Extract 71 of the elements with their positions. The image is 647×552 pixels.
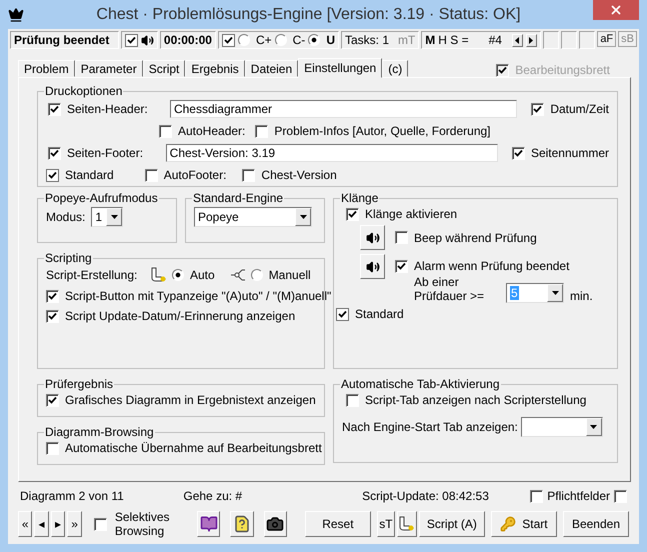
input-field[interactable]: Chest-Version: 3.19 xyxy=(166,144,498,162)
checkbox-label: Selektives Browsing xyxy=(114,510,171,538)
group-title: Popeye-Aufrufmodus xyxy=(44,191,159,205)
checkbox-label: Standard xyxy=(65,168,114,182)
tab[interactable]: Einstellungen xyxy=(298,58,382,78)
window-title: Chest · Problemlösungs-Engine [Version: 3.19 · Status: OK] xyxy=(95,6,522,24)
start-button[interactable]: Start xyxy=(490,511,557,537)
dropdown[interactable]: Popeye xyxy=(194,207,312,227)
tab[interactable]: Problem xyxy=(18,60,75,77)
tab[interactable]: Script xyxy=(142,60,186,77)
checkbox-label: Standard xyxy=(355,307,404,321)
field-label: Seiten-Header: xyxy=(67,102,149,116)
group-title: Klänge xyxy=(340,191,380,205)
checkbox-label: Problem-Infos [Autor, Quelle, Forderung] xyxy=(274,124,490,138)
hs-label: H S = xyxy=(438,33,469,47)
tasks-count: Tasks: 1 xyxy=(344,33,389,47)
quit-button[interactable]: Beenden xyxy=(562,511,629,537)
field-label: Nach Engine-Start Tab anzeigen: xyxy=(342,420,518,434)
reset-button[interactable]: Reset xyxy=(304,511,371,537)
radio-label: C- xyxy=(292,33,306,47)
script-update-time: Script-Update: 08:42:53 xyxy=(362,489,490,503)
group-title: Standard-Engine xyxy=(192,191,284,205)
goal-label: #4 xyxy=(488,33,502,47)
checkbox-label: Automatische Übernahme auf Bearbeitungsbrett xyxy=(65,441,322,455)
m-label: M xyxy=(425,33,436,47)
field-label: Script-Erstellung: xyxy=(46,268,138,282)
navigation-button[interactable]: ◂ xyxy=(34,511,49,537)
group-title: Automatische Tab-Aktivierung xyxy=(340,377,501,391)
st-button[interactable]: sT xyxy=(376,511,395,537)
checkbox-label: AutoHeader: xyxy=(178,124,246,138)
checkbox-label: AutoFooter: xyxy=(164,168,226,182)
timer-field: 00:00:00 xyxy=(160,31,216,49)
group-title: Diagramm-Browsing xyxy=(44,425,155,439)
navigation-button[interactable]: ▸ xyxy=(50,511,66,537)
tab[interactable]: Ergebnis xyxy=(185,60,245,77)
required-fields-label: Pflichtfelder xyxy=(547,489,610,503)
checkbox-label: Chest-Version xyxy=(261,168,337,182)
group-title: Scripting xyxy=(44,251,93,265)
goto-label: Gehe zu: # xyxy=(183,489,244,503)
group-title: Druckoptionen xyxy=(44,84,124,98)
radio-label: U xyxy=(326,33,335,47)
status-field: Prüfung beendet xyxy=(10,31,119,49)
field-label: Modus: xyxy=(46,210,86,224)
mt-label: mT xyxy=(398,33,416,47)
navigation-button[interactable]: « xyxy=(18,511,32,537)
tab[interactable]: (c) xyxy=(382,60,408,77)
field-label: Ab einer Prüfdauer >= xyxy=(414,275,486,303)
checkbox-label: Datum/Zeit xyxy=(550,102,609,116)
checkbox-label: Script-Button mit Typanzeige "(A)uto" / "(M)anuell" xyxy=(65,289,332,303)
checkbox-label: Seitennummer xyxy=(530,146,609,160)
checkbox-label: Grafisches Diagramm in Ergebnistext anzeigen xyxy=(65,393,316,407)
checkbox-label: Bearbeitungsbrett xyxy=(515,63,610,77)
navigation-button[interactable]: » xyxy=(67,511,82,537)
tab[interactable]: Dateien xyxy=(244,60,298,77)
script-button[interactable]: Script (A) xyxy=(418,511,485,537)
radio-label: Manuell xyxy=(268,268,311,282)
diagram-counter: Diagramm 2 von 11 xyxy=(20,489,125,503)
dropdown[interactable]: 1 xyxy=(91,207,124,227)
radio-label: Auto xyxy=(190,268,215,282)
group-title: Prüfergebnis xyxy=(44,377,114,391)
checkbox-label: Klänge aktivieren xyxy=(365,207,458,221)
checkbox-label: Beep während Prüfung xyxy=(414,230,537,244)
radio-label: C+ xyxy=(256,33,272,47)
af-button[interactable]: aF xyxy=(597,31,616,47)
checkbox-label: Alarm wenn Prüfung beendet xyxy=(414,259,570,273)
checkbox-label: Script-Tab anzeigen nach Scripterstellung xyxy=(365,393,586,407)
tab[interactable]: Parameter xyxy=(74,60,143,77)
field-label: Seiten-Footer: xyxy=(67,146,144,160)
input-field[interactable]: Chessdiagrammer xyxy=(170,100,518,118)
checkbox-label: Script Update-Datum/-Erinnerung anzeigen xyxy=(65,309,296,323)
unit-label: min. xyxy=(570,289,593,303)
